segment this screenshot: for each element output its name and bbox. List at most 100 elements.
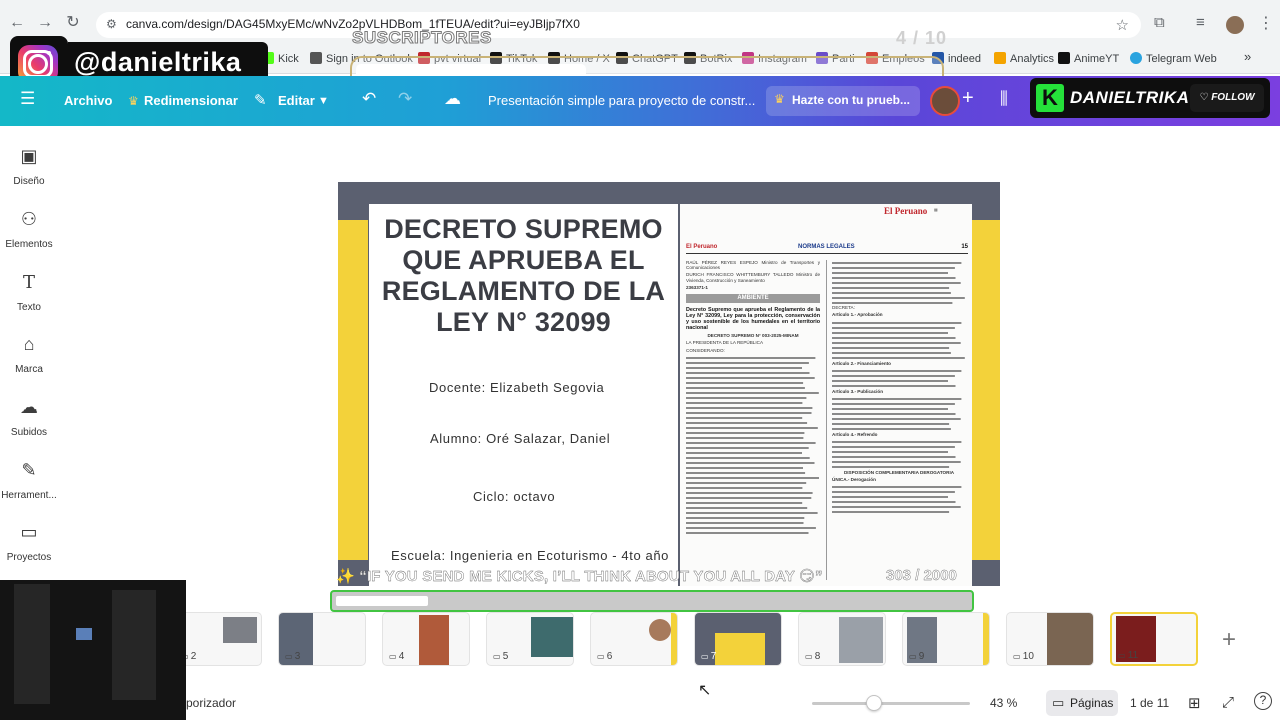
newspaper-brand-seal: ▦ (934, 207, 938, 212)
telegram-favicon-icon (1130, 52, 1142, 64)
fullscreen-icon[interactable]: ⤢ (1222, 694, 1234, 711)
bookmark-telegram[interactable]: Telegram Web (1130, 52, 1217, 65)
pages-label: Páginas (1070, 696, 1114, 710)
page-thumbnail[interactable]: 11 (1110, 612, 1198, 666)
kick-goal-count: 303 / 2000 (886, 567, 957, 584)
media-icon[interactable]: ≡ (1196, 14, 1205, 31)
slide-escuela[interactable]: Escuela: Ingenieria en Ecoturismo - 4to … (391, 548, 669, 563)
page-thumbnail[interactable]: 2 (174, 612, 262, 666)
animeyt-favicon-icon (1058, 52, 1070, 64)
bookmark-analytics[interactable]: Analytics (994, 52, 1054, 65)
kick-progress-fill (336, 596, 428, 606)
page-thumbnail[interactable]: 6 (590, 612, 678, 666)
grid-view-icon[interactable]: ⊞ (1188, 694, 1201, 712)
slide-ciclo[interactable]: Ciclo: octavo (473, 489, 555, 504)
newspaper-column-divider (826, 260, 827, 580)
undo-icon[interactable]: ↶ (362, 89, 376, 109)
page-thumbnails: 2 3 4 5 6 7 8 9 10 11 (174, 612, 1280, 670)
analytics-favicon-icon (994, 52, 1006, 64)
page-thumbnail[interactable]: 9 (902, 612, 990, 666)
design-title[interactable]: Presentación simple para proyecto de con… (488, 93, 755, 108)
slide-yellow-band-left (338, 220, 368, 560)
brand-icon: ⌂ (23, 334, 35, 354)
chevron-down-icon[interactable]: ▼ (318, 95, 329, 107)
text-icon: T (22, 272, 35, 293)
cloud-saved-icon[interactable]: ☁ (444, 89, 461, 109)
newspaper-image[interactable]: El Peruano ▦ El Peruano NORMAS LEGALES 1… (680, 204, 972, 586)
hamburger-icon[interactable]: ☰ (20, 89, 35, 109)
sidebar-item-diseno[interactable]: ▣ Diseño (0, 146, 58, 187)
pages-icon: ▭ (1052, 695, 1065, 710)
help-icon[interactable]: ? (1254, 692, 1272, 710)
reload-icon[interactable]: ↻ (64, 14, 82, 32)
subscriber-goal-title: SUSCRIPTORES (352, 28, 492, 48)
folder-icon: ▭ (20, 522, 38, 542)
slide-text-panel: DECRETO SUPREMO QUE APRUEBA EL REGLAMENT… (369, 204, 678, 586)
newspaper-body-text-lines-right-2 (832, 370, 962, 388)
user-avatar[interactable] (930, 86, 960, 116)
slide-alumno[interactable]: Alumno: Oré Salazar, Daniel (430, 431, 610, 446)
sidebar-item-marca[interactable]: ⌂ Marca (0, 334, 58, 375)
canva-sidebar: ▣ Diseño ⚇ Elementos T Texto ⌂ Marca ☁ S… (0, 126, 58, 580)
page-thumbnail[interactable]: 7 (694, 612, 782, 666)
page-thumbnail[interactable]: 8 (798, 612, 886, 666)
profile-avatar[interactable] (1226, 16, 1244, 34)
forward-icon[interactable]: → (36, 14, 54, 32)
browser-menu-icon[interactable]: ⋮ (1258, 13, 1274, 33)
page-thumbnail[interactable]: 3 (278, 612, 366, 666)
back-icon[interactable]: ← (8, 14, 26, 32)
pages-button[interactable]: ▭ Páginas (1046, 690, 1118, 716)
redo-icon[interactable]: ↷ (398, 89, 412, 109)
kick-goal-message: ✨ “IF YOU SEND ME KICKS, I’LL THINK ABOU… (336, 568, 823, 585)
sidebar-item-herramientas[interactable]: ✎ Herrament... (0, 460, 58, 501)
slide-title[interactable]: DECRETO SUPREMO QUE APRUEBA EL REGLAMENT… (369, 214, 678, 338)
newspaper-body-text-lines-right-4 (832, 440, 962, 468)
subscriber-goal-count: 4 / 10 (896, 28, 948, 48)
editar-menu[interactable]: Editar (278, 93, 315, 108)
newspaper-body-text-lines-right-3 (832, 398, 962, 431)
newspaper-body-text-lines-right-top (832, 262, 965, 304)
kick-channel-name: DANIELTRIKA (1070, 88, 1190, 107)
more-bookmarks-icon[interactable]: » (1244, 49, 1251, 64)
pen-icon: ✎ (21, 460, 37, 480)
mouse-cursor-icon: ↖ (698, 682, 712, 699)
page-thumbnail[interactable]: 5 (486, 612, 574, 666)
page-thumbnail[interactable]: 10 (1006, 612, 1094, 666)
archivo-menu[interactable]: Archivo (64, 93, 112, 108)
layout-icon: ▣ (20, 146, 38, 166)
slide[interactable]: DECRETO SUPREMO QUE APRUEBA EL REGLAMENT… (338, 182, 1000, 586)
crown-pro-icon: ♛ (774, 92, 785, 106)
page-indicator[interactable]: 1 de 11 (1130, 696, 1169, 710)
newspaper-column-right: DECRETA: Artículo 1.- Aprobación Artícul… (832, 260, 966, 580)
insights-icon[interactable]: ⫼ (1000, 89, 1008, 109)
add-page-button[interactable]: + (1222, 626, 1236, 654)
bookmark-star-icon[interactable]: ☆ (1116, 16, 1129, 34)
sidebar-item-proyectos[interactable]: ▭ Proyectos (0, 522, 58, 563)
zoom-slider-track[interactable] (812, 702, 970, 705)
newspaper-column-left: RAÚL PÉREZ REYES ESPEJO Ministro de Tran… (686, 260, 820, 580)
browser-toolbar: ← → ↻ ⚙ canva.com/design/DAG45MxyEMc/wNv… (0, 0, 1280, 46)
page-thumbnail[interactable]: 4 (382, 612, 470, 666)
upload-icon: ☁ (20, 397, 38, 417)
kick-logo-icon: K (1036, 84, 1064, 112)
sidebar-item-elementos[interactable]: ⚇ Elementos (0, 209, 58, 250)
shapes-icon: ⚇ (20, 209, 38, 229)
add-collaborator-icon[interactable]: + (962, 87, 974, 110)
zoom-slider-knob[interactable] (866, 695, 882, 711)
redimensionar-button[interactable]: Redimensionar (144, 93, 238, 108)
sidebar-item-texto[interactable]: T Texto (0, 272, 58, 313)
timer-button[interactable]: porizador (186, 696, 236, 710)
instagram-logo-dot (47, 51, 51, 55)
sidebar-item-subidos[interactable]: ☁ Subidos (0, 397, 58, 438)
outlook-favicon-icon (310, 52, 322, 64)
address-bar[interactable]: ⚙ canva.com/design/DAG45MxyEMc/wNvZo2pVL… (96, 12, 1141, 38)
zoom-level[interactable]: 43 % (990, 696, 1017, 710)
extensions-icon[interactable]: ⧉ (1154, 14, 1165, 31)
newspaper-body-text-lines-left (686, 356, 819, 534)
site-info-icon[interactable]: ⚙ (106, 17, 117, 31)
try-pro-button[interactable]: ♛ Hazte con tu prueb... (766, 86, 920, 116)
slide-yellow-band-right (972, 220, 1000, 560)
newspaper-header: El Peruano NORMAS LEGALES 15 (686, 244, 968, 254)
slide-docente[interactable]: Docente: Elizabeth Segovia (429, 380, 604, 395)
bookmark-animeyt[interactable]: AnimeYT (1058, 52, 1119, 65)
